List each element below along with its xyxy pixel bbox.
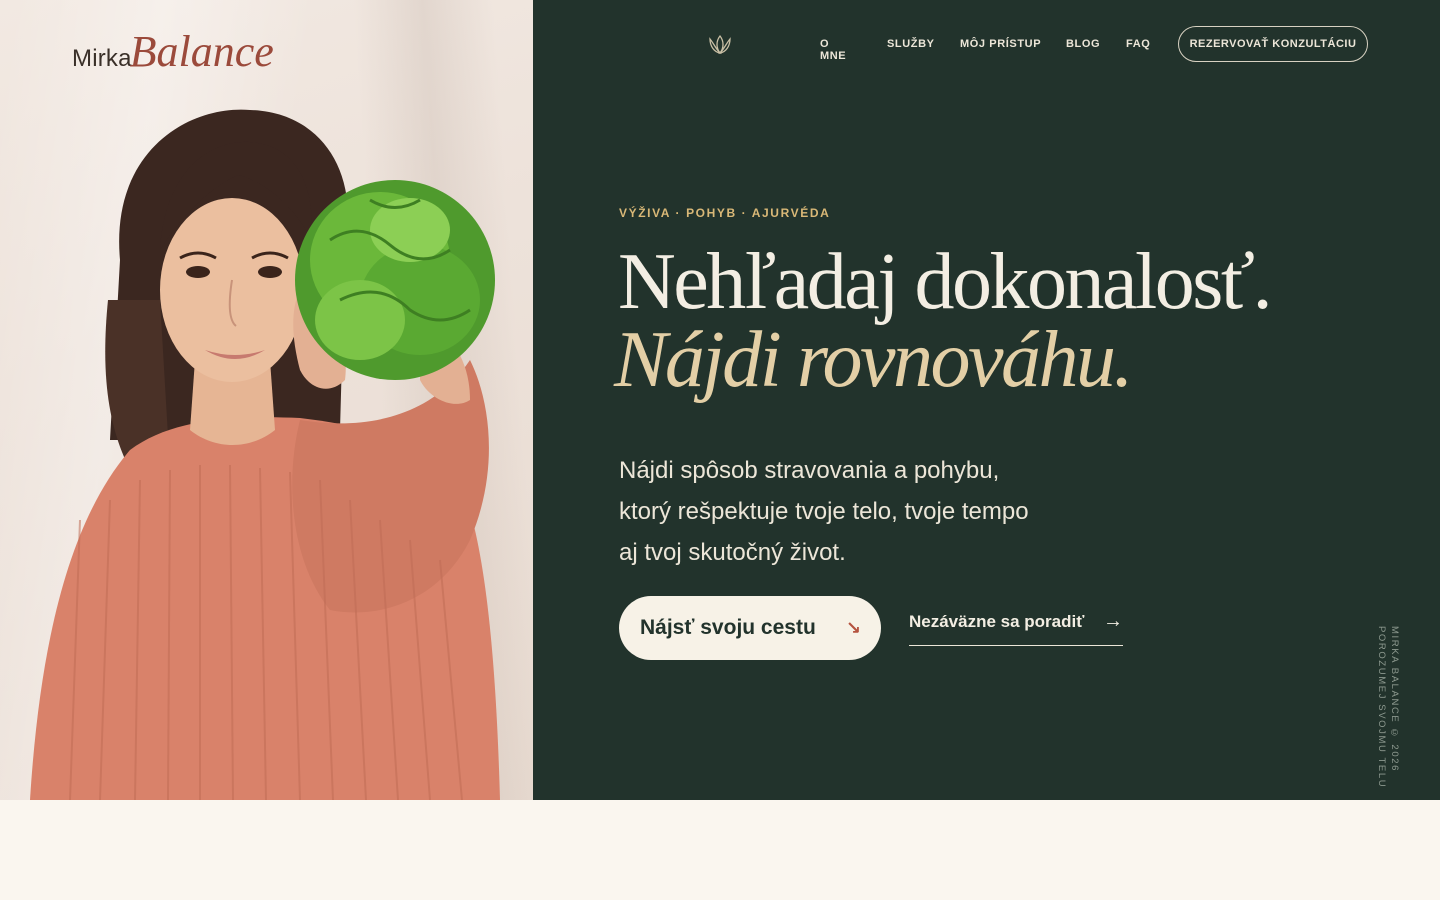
find-your-path-label: Nájsť svoju cestu bbox=[640, 616, 816, 639]
hero-headline: Nehľadaj dokonalosť. bbox=[618, 238, 1273, 326]
book-consultation-button[interactable]: REZERVOVAŤ KONZULTÁCIU bbox=[1178, 26, 1368, 62]
nav-item-sluzby[interactable]: SLUŽBY bbox=[887, 38, 935, 50]
logo-first-word: Mirka bbox=[72, 45, 132, 72]
arrow-right-icon: → bbox=[1103, 610, 1123, 632]
nav-item-faq[interactable]: FAQ bbox=[1126, 38, 1150, 50]
nav-item-o-mne[interactable]: O MNE bbox=[820, 38, 846, 62]
hero-lead-text: Nájdi spôsob stravovania a pohybu, ktorý… bbox=[619, 457, 1029, 566]
arrow-down-right-icon: ↘ bbox=[845, 618, 861, 638]
vertical-caption: POROZUMEJ SVOJMU TELU MIRKA BALANCE © 20… bbox=[1376, 626, 1410, 789]
hero-eyebrow: VÝŽIVA · POHYB · AJURVÉDA bbox=[619, 206, 831, 220]
hero-section: Mirka Balance O MNE SLUŽBY MÔJ PRÍSTUP B… bbox=[0, 0, 1440, 800]
nav-item-moj-pristup[interactable]: MÔJ PRÍSTUP bbox=[960, 38, 1041, 50]
find-your-path-button[interactable]: Nájsť svoju cestu ↘ bbox=[619, 596, 881, 660]
vertical-caption-copyright: MIRKA BALANCE © 2026 bbox=[1389, 626, 1400, 772]
logo-second-word: Balance bbox=[129, 27, 274, 76]
next-section bbox=[0, 800, 1440, 900]
lotus-icon[interactable] bbox=[707, 32, 733, 58]
hero-photo: Mirka Balance bbox=[0, 0, 533, 800]
woman-with-lettuce-image bbox=[30, 109, 500, 800]
free-consultation-link[interactable]: Nezáväzne sa poradiť → bbox=[909, 610, 1123, 646]
hero-headline-italic: Nájdi rovnováhu. bbox=[614, 316, 1134, 404]
nav-item-blog[interactable]: BLOG bbox=[1066, 38, 1100, 50]
free-consultation-label: Nezáväzne sa poradiť bbox=[909, 612, 1085, 631]
brand-logo[interactable]: Mirka Balance bbox=[72, 30, 274, 74]
vertical-caption-tagline: POROZUMEJ SVOJMU TELU bbox=[1376, 626, 1387, 789]
